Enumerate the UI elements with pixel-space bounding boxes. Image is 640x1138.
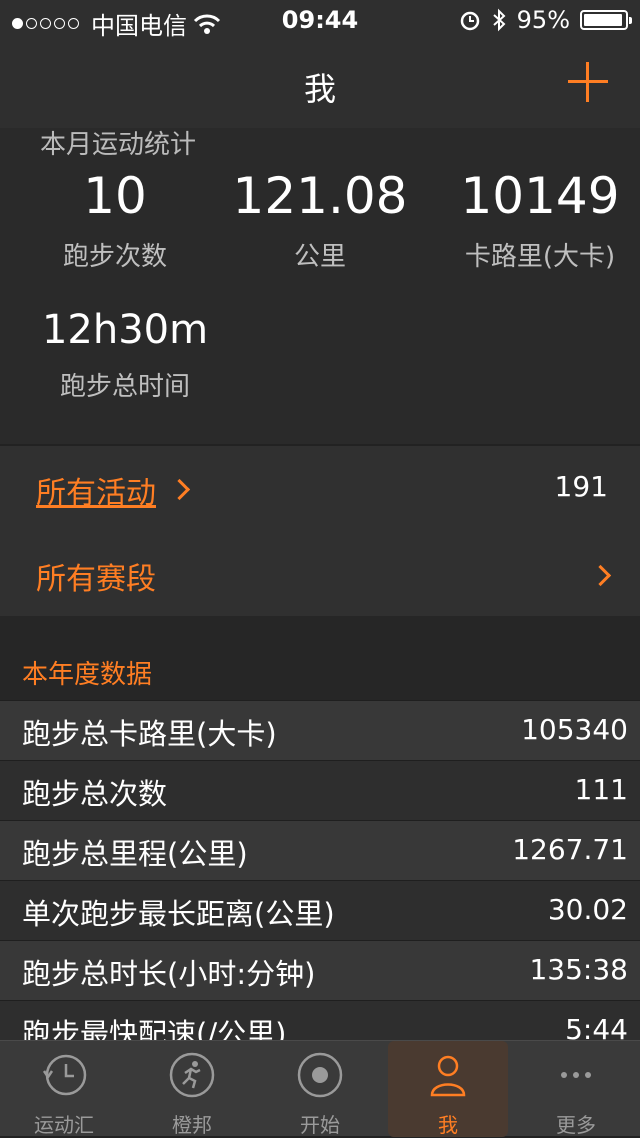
tab-me[interactable]: 我 xyxy=(388,1041,508,1137)
tab-more[interactable]: 更多 xyxy=(512,1041,640,1137)
chevron-right-icon xyxy=(168,478,191,501)
all-activities-row[interactable]: 所有活动 191 xyxy=(0,446,640,532)
tab-label: 更多 xyxy=(556,1113,596,1137)
stat-label: 卡路里(大卡) xyxy=(464,242,616,272)
all-activities-link[interactable]: 所有活动 xyxy=(36,468,156,512)
tab-bar: 运动汇 橙邦 开始 我 更多 xyxy=(0,1040,640,1137)
monthly-section-title: 本月运动统计 xyxy=(40,130,197,160)
row-key: 跑步总里程(公里) xyxy=(22,837,248,871)
stat-calories: 10149 卡路里(大卡) xyxy=(430,166,640,273)
all-activities-count: 191 xyxy=(554,470,608,503)
tab-label: 开始 xyxy=(300,1113,340,1137)
stat-distance: 121.08 公里 xyxy=(210,166,430,273)
status-bar: 中国电信 09:44 95% xyxy=(0,0,640,40)
runner-icon xyxy=(169,1052,215,1098)
all-segments-link[interactable]: 所有赛段 xyxy=(36,554,156,598)
stat-value: 12h30m xyxy=(41,307,209,353)
monthly-stats-panel: 本月运动统计 10 跑步次数 121.08 公里 10149 卡路里(大卡) 1… xyxy=(0,128,640,444)
tab-label: 我 xyxy=(438,1113,458,1137)
more-icon xyxy=(561,1072,591,1078)
row-value: 1267.71 xyxy=(512,833,628,866)
table-row: 跑步总时长(小时:分钟) 135:38 xyxy=(0,940,640,1000)
row-key: 单次跑步最长距离(公里) xyxy=(22,897,335,931)
all-segments-row[interactable]: 所有赛段 xyxy=(0,532,640,618)
stat-value: 10149 xyxy=(460,167,620,225)
clock-icon xyxy=(42,1054,87,1096)
navigation-bar: 我 xyxy=(0,40,640,129)
stat-label: 跑步总时间 xyxy=(59,372,190,402)
stat-total-time: 12h30m 跑步总时间 xyxy=(20,300,230,403)
chevron-right-icon xyxy=(589,564,612,587)
stat-label: 跑步次数 xyxy=(62,242,167,272)
table-row: 单次跑步最长距离(公里) 30.02 xyxy=(0,880,640,940)
stat-value: 121.08 xyxy=(232,167,408,225)
tab-orange-club[interactable]: 橙邦 xyxy=(128,1041,256,1137)
row-key: 跑步总时长(小时:分钟) xyxy=(22,957,316,991)
battery-icon xyxy=(580,10,632,30)
record-icon xyxy=(297,1052,343,1098)
page-title: 我 xyxy=(303,70,336,108)
year-data-header: 本年度数据 xyxy=(0,616,640,700)
bluetooth-icon xyxy=(492,8,506,32)
table-row: 跑步总卡路里(大卡) 105340 xyxy=(0,700,640,760)
tab-start[interactable]: 开始 xyxy=(256,1041,384,1137)
tab-label: 运动汇 xyxy=(34,1113,94,1137)
status-right: 95% xyxy=(459,6,632,34)
row-value: 30.02 xyxy=(547,893,628,926)
table-row: 跑步总次数 111 xyxy=(0,760,640,820)
person-icon xyxy=(430,1055,466,1097)
battery-percent: 95% xyxy=(516,6,570,34)
add-button[interactable] xyxy=(566,60,610,104)
table-row: 跑步总里程(公里) 1267.71 xyxy=(0,820,640,880)
stat-label: 公里 xyxy=(293,242,346,272)
stat-run-count: 10 跑步次数 xyxy=(10,166,220,273)
row-value: 135:38 xyxy=(529,953,628,986)
tab-label: 橙邦 xyxy=(172,1113,212,1137)
stat-value: 10 xyxy=(83,167,147,225)
row-value: 105340 xyxy=(521,713,628,746)
row-value: 111 xyxy=(574,773,628,806)
row-key: 跑步总次数 xyxy=(22,777,168,811)
year-data-title: 本年度数据 xyxy=(22,660,153,690)
alarm-icon xyxy=(460,11,479,31)
tab-sports-feed[interactable]: 运动汇 xyxy=(0,1041,128,1137)
row-key: 跑步总卡路里(大卡) xyxy=(22,717,277,751)
